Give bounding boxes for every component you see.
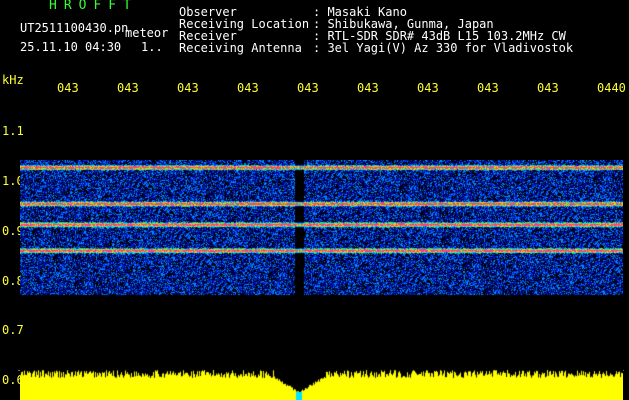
- x-tick: 043: [537, 81, 559, 95]
- file-suffix: meteor: [125, 26, 169, 40]
- amplitude-bar: [20, 368, 623, 400]
- x-tick: 043: [477, 81, 499, 95]
- y-tick: 1.1: [2, 124, 24, 138]
- value-antenna: : 3el Yagi(V) Az 330 for Vladivostok: [313, 41, 574, 55]
- y-axis-unit: kHz: [2, 73, 24, 87]
- spectrogram-plot: [20, 160, 623, 305]
- x-tick: 043: [117, 81, 139, 95]
- x-tick: 043: [57, 81, 79, 95]
- x-tick: 043: [237, 81, 259, 95]
- y-tick: 0.7: [2, 323, 24, 337]
- x-tick: 043: [417, 81, 439, 95]
- x-tick: 043: [357, 81, 379, 95]
- file-name: UT2511100430.pn: [20, 21, 129, 35]
- file-datetime: 25.11.10 04:30: [20, 40, 122, 54]
- app-title: HROFFT: [49, 0, 138, 13]
- x-tick: 043: [177, 81, 199, 95]
- x-tick: 043: [297, 81, 319, 95]
- x-tick: 0440: [597, 81, 626, 95]
- page-indicator: 1..: [141, 40, 163, 54]
- label-antenna: Receiving Antenna: [179, 41, 302, 55]
